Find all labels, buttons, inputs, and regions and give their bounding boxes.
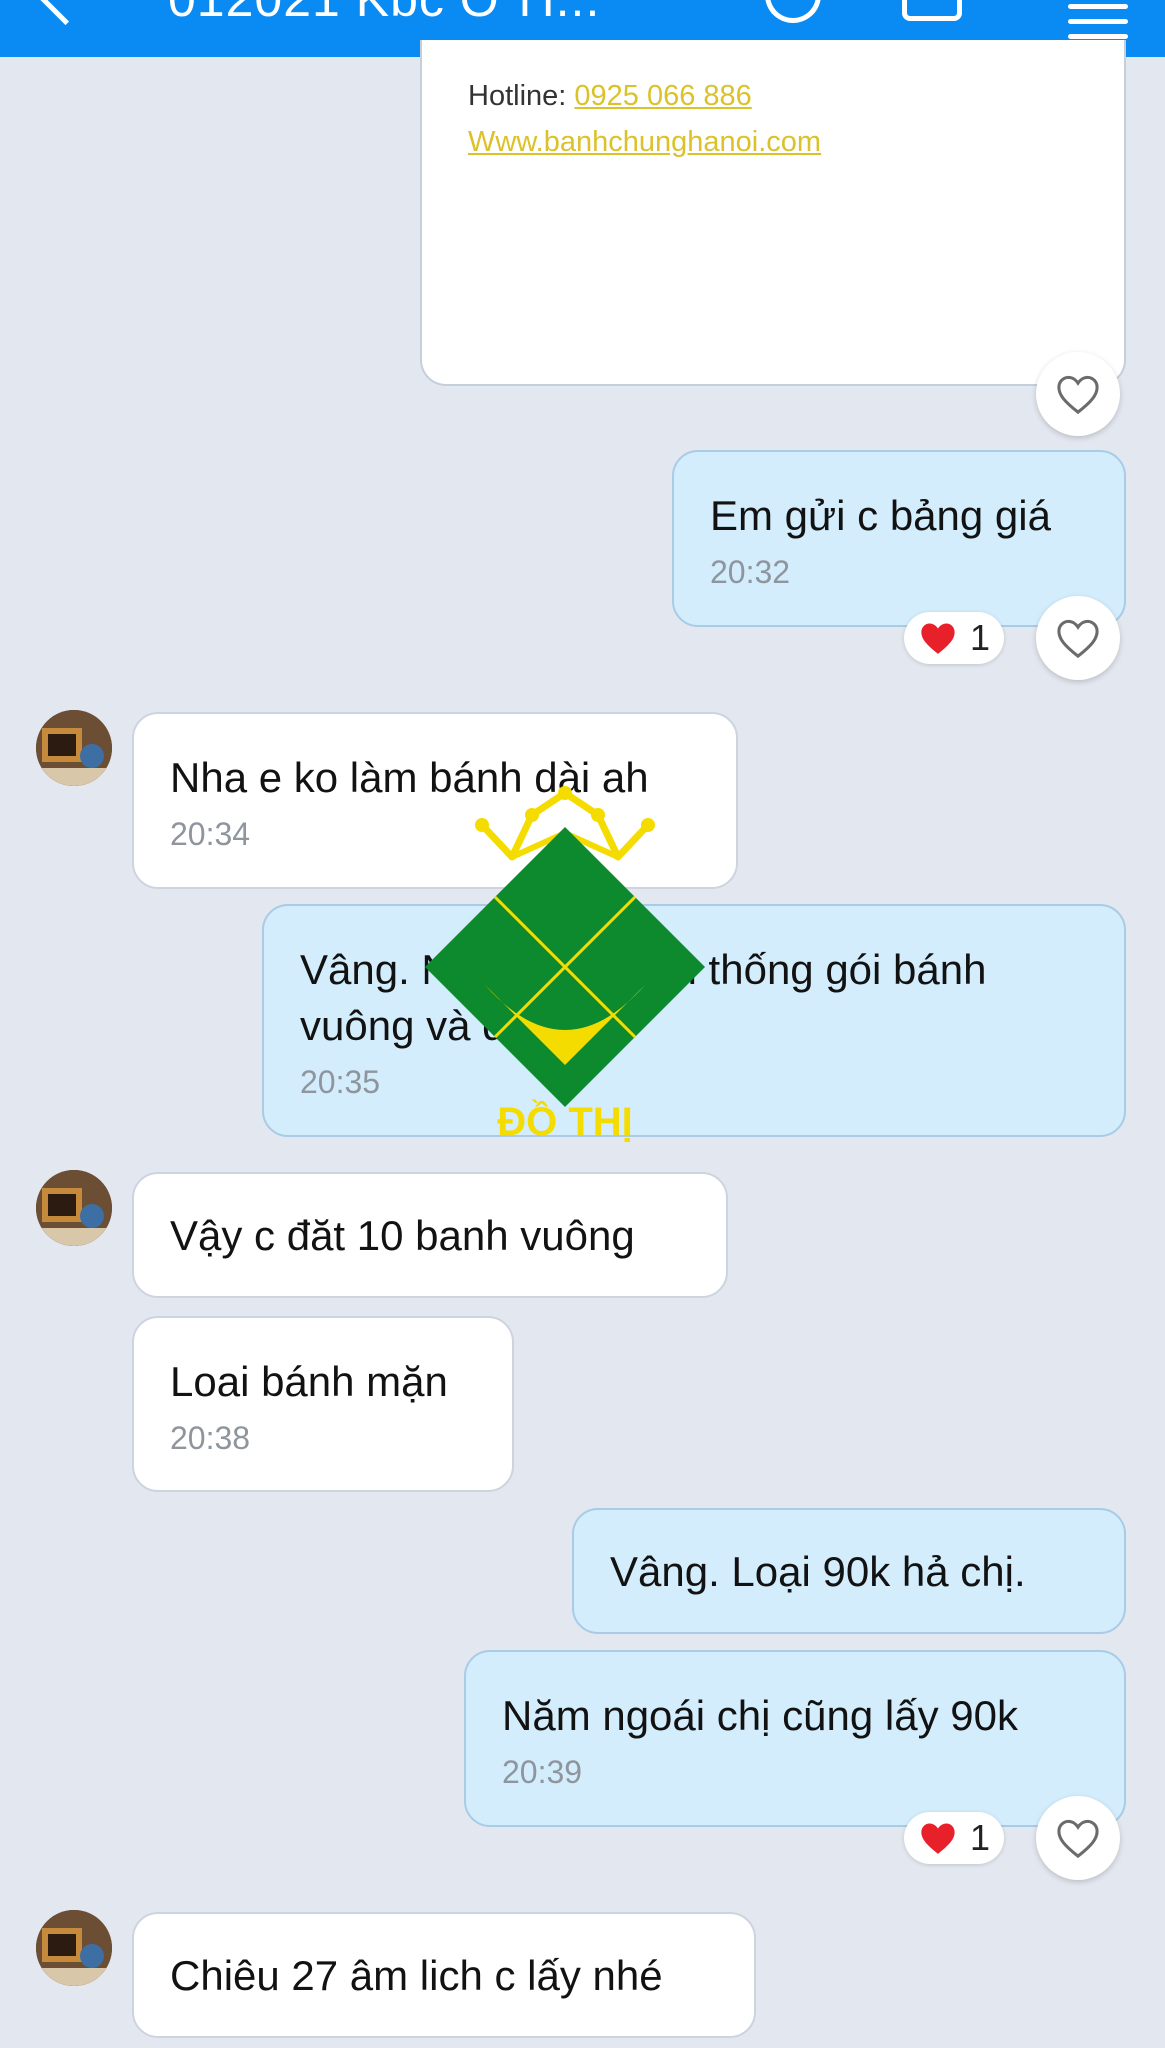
watermark-logo: ĐỒ THỊ	[425, 786, 705, 1144]
hotline-row: Hotline: 0925 066 886	[468, 80, 752, 113]
back-arrow-icon[interactable]	[37, 0, 94, 26]
phone-call-icon[interactable]	[765, 0, 821, 23]
red-heart-icon	[921, 1823, 955, 1854]
message-time: 20:32	[710, 554, 791, 590]
message-bubble-incoming[interactable]: Loai bánh mặn 20:38	[132, 1316, 514, 1492]
message-text: Chiêu 27 âm lich c lấy nhé	[170, 1952, 663, 1999]
message-text: Vậy c đăt 10 banh vuông	[170, 1212, 635, 1259]
video-call-icon[interactable]	[902, 0, 962, 21]
message-bubble-incoming[interactable]: Chiêu 27 âm lich c lấy nhé	[132, 1912, 756, 2038]
avatar[interactable]	[36, 1170, 112, 1246]
reaction-summary[interactable]: 1	[904, 612, 1004, 664]
message-time: 20:39	[502, 1754, 583, 1790]
heart-outline-icon	[1057, 1819, 1099, 1859]
like-button[interactable]	[1036, 352, 1120, 436]
heart-outline-icon	[1057, 619, 1099, 659]
message-text: Năm ngoái chị cũng lấy 90k	[502, 1692, 1018, 1739]
website-link[interactable]: Www.banhchunghanoi.com	[468, 126, 821, 158]
message-bubble-outgoing[interactable]: Năm ngoái chị cũng lấy 90k 20:39	[464, 1650, 1126, 1827]
reaction-count: 1	[969, 1817, 990, 1858]
like-button[interactable]	[1036, 596, 1120, 680]
message-text: Vâng. Loại 90k hả chị.	[610, 1548, 1026, 1595]
message-bubble-incoming[interactable]: Vậy c đăt 10 banh vuông	[132, 1172, 728, 1298]
avatar[interactable]	[36, 1910, 112, 1986]
watermark-text: ĐỒ THỊ	[497, 1098, 633, 1144]
red-heart-icon	[921, 623, 955, 654]
website-row: Www.banhchunghanoi.com	[468, 126, 821, 159]
chat-title[interactable]: 012021 Kbc Ơ H...	[168, 0, 600, 28]
heart-outline-icon	[1057, 375, 1099, 415]
hotline-number-link[interactable]: 0925 066 886	[574, 80, 751, 112]
message-time: 20:38	[170, 1420, 251, 1456]
message-text: Em gửi c bảng giá	[710, 492, 1051, 539]
reaction-count: 1	[969, 617, 990, 658]
message-text: Loai bánh mặn	[170, 1358, 448, 1405]
hotline-label: Hotline:	[468, 80, 575, 112]
message-bubble-outgoing[interactable]: Vâng. Loại 90k hả chị.	[572, 1508, 1126, 1634]
shared-image-card[interactable]: Hotline: 0925 066 886 Www.banhchunghanoi…	[420, 40, 1126, 386]
like-button[interactable]	[1036, 1796, 1120, 1880]
reaction-summary[interactable]: 1	[904, 1812, 1004, 1864]
avatar[interactable]	[36, 710, 112, 786]
